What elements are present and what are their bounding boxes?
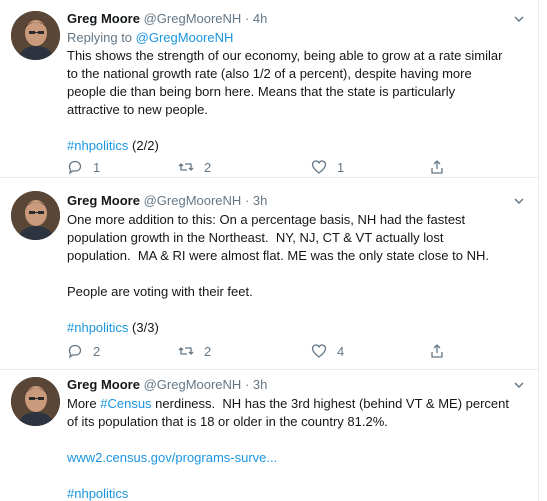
display-name[interactable]: Greg Moore <box>67 193 140 208</box>
tweet[interactable]: Greg Moore @GregMooreNH · 3h More #Censu… <box>0 370 538 501</box>
avatar[interactable] <box>11 11 60 60</box>
timeline: Greg Moore @GregMooreNH · 4h Replying to… <box>0 0 538 501</box>
tweet[interactable]: Greg Moore @GregMooreNH · 4h Replying to… <box>0 0 538 178</box>
reply-icon <box>68 160 82 175</box>
like-icon <box>311 160 327 174</box>
replying-to-prefix: Replying to <box>67 30 136 45</box>
timestamp[interactable]: 3h <box>253 377 267 392</box>
reply-count: 1 <box>93 159 101 175</box>
retweet-count: 2 <box>204 159 212 175</box>
avatar[interactable] <box>11 191 60 240</box>
hashtag-link[interactable]: #nhpolitics <box>67 486 128 501</box>
replying-to-handle[interactable]: @GregMooreNH <box>136 30 234 45</box>
tweet-actions: 2 2 4 <box>67 342 447 360</box>
tweet-text: More #Census nerdiness. NH has the 3rd h… <box>67 395 530 431</box>
hashtag-link[interactable]: #nhpolitics <box>67 138 128 153</box>
tweet-hashtag-line: #nhpolitics (3/3) <box>67 319 530 337</box>
like-count: 1 <box>337 159 345 175</box>
tweet-text-prefix: More <box>67 396 101 411</box>
tweet-text: This shows the strength of our economy, … <box>67 48 503 117</box>
replying-to: Replying to @GregMooreNH <box>67 29 530 47</box>
census-url-link[interactable]: www2.census.gov/programs-surve... <box>67 450 277 465</box>
retweet-button[interactable]: 2 <box>178 342 211 360</box>
chevron-down-icon[interactable] <box>513 379 525 391</box>
chevron-down-icon[interactable] <box>513 195 525 207</box>
like-button[interactable]: 1 <box>311 158 344 176</box>
reply-icon <box>68 344 82 359</box>
user-handle[interactable]: @GregMooreNH <box>144 377 242 392</box>
tweet-hashtag-line: #nhpolitics <box>67 485 530 501</box>
share-icon <box>431 160 443 174</box>
share-icon <box>431 344 443 358</box>
retweet-button[interactable]: 2 <box>178 158 211 176</box>
tweet-header: Greg Moore @GregMooreNH · 3h <box>67 377 530 393</box>
like-count: 4 <box>337 343 345 359</box>
share-button[interactable] <box>429 342 445 360</box>
hashtag-link[interactable]: #nhpolitics <box>67 320 128 335</box>
like-button[interactable]: 4 <box>311 342 344 360</box>
display-name[interactable]: Greg Moore <box>67 11 140 26</box>
tweet[interactable]: Greg Moore @GregMooreNH · 3h One more ad… <box>0 178 538 370</box>
thread-counter: (2/2) <box>128 138 159 153</box>
thread-counter: (3/3) <box>128 320 159 335</box>
display-name[interactable]: Greg Moore <box>67 377 140 392</box>
url-line: www2.census.gov/programs-surve... <box>67 449 530 467</box>
tweet-content: Greg Moore @GregMooreNH · 3h More #Censu… <box>67 377 530 501</box>
tweet-header: Greg Moore @GregMooreNH · 3h <box>67 193 530 209</box>
tweet-actions: 1 2 1 <box>67 158 447 176</box>
tweet-header: Greg Moore @GregMooreNH · 4h <box>67 11 530 27</box>
tweet-hashtag-line: #nhpolitics (2/2) <box>67 137 530 155</box>
avatar[interactable] <box>11 377 60 426</box>
like-icon <box>311 344 327 358</box>
scroll-gutter <box>538 0 547 501</box>
user-handle[interactable]: @GregMooreNH <box>144 193 242 208</box>
timestamp[interactable]: 4h <box>253 11 267 26</box>
separator: · <box>244 11 250 26</box>
user-handle[interactable]: @GregMooreNH <box>144 11 242 26</box>
timestamp[interactable]: 3h <box>253 193 267 208</box>
reply-button[interactable]: 1 <box>67 158 100 176</box>
tweet-text: One more addition to this: On a percenta… <box>67 212 489 299</box>
tweet-content: Greg Moore @GregMooreNH · 4h Replying to… <box>67 11 530 155</box>
retweet-count: 2 <box>204 343 212 359</box>
retweet-icon <box>178 163 194 171</box>
separator: · <box>244 193 250 208</box>
chevron-down-icon[interactable] <box>513 13 525 25</box>
tweet-content: Greg Moore @GregMooreNH · 3h One more ad… <box>67 193 530 337</box>
reply-button[interactable]: 2 <box>67 342 100 360</box>
share-button[interactable] <box>429 158 445 176</box>
reply-count: 2 <box>93 343 101 359</box>
retweet-icon <box>178 347 194 355</box>
separator: · <box>244 377 250 392</box>
census-hashtag-link[interactable]: #Census <box>100 396 151 411</box>
